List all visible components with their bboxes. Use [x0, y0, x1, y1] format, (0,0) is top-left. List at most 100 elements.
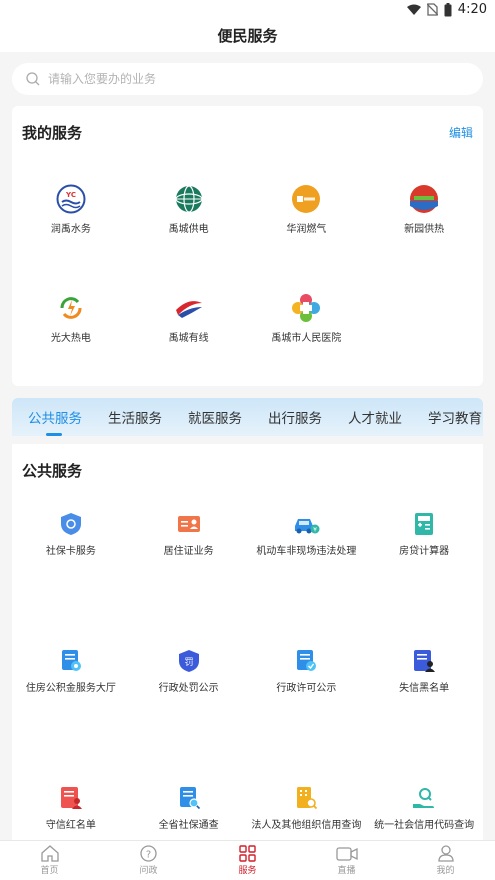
- public-services-grid: 社保卡服务 居住证业务 ¥ 机动车非现场违法处理 房贷计算器 住房公积金服务大厅…: [12, 512, 483, 831]
- tab-public-services[interactable]: 公共服务: [28, 407, 95, 427]
- service-label: 行政许可公示: [276, 683, 337, 694]
- wifi-icon: [406, 4, 421, 15]
- service-item-redlist[interactable]: 守信红名单: [12, 786, 130, 831]
- service-label: 统一社会信用代码查询: [374, 820, 475, 831]
- nav-live[interactable]: 直播: [297, 841, 396, 880]
- my-services-card: 我的服务 编辑 YC 润禹水务 禹城供电 华润燃气 新园供热 光大热电 禹城有线…: [12, 106, 483, 386]
- battery-icon: [444, 2, 452, 16]
- service-item-residence-permit[interactable]: 居住证业务: [130, 512, 248, 557]
- nav-label: 直播: [337, 865, 356, 876]
- question-icon: ?: [140, 845, 157, 862]
- search-bar[interactable]: [12, 63, 483, 95]
- nav-label: 服务: [238, 866, 257, 876]
- service-item-power[interactable]: 禹城供电: [130, 184, 248, 235]
- service-label: 住房公积金服务大厅: [25, 683, 116, 694]
- cable-tv-logo-icon: [174, 294, 203, 322]
- service-item-social-security-query[interactable]: 全省社保通查: [130, 786, 248, 831]
- heating-logo-icon: [410, 185, 439, 213]
- thermal-power-logo-icon: [60, 297, 82, 319]
- my-services-grid: YC 润禹水务 禹城供电 华润燃气 新园供热 光大热电 禹城有线 禹城市人民医院: [12, 184, 483, 344]
- user-icon: [437, 845, 454, 862]
- page-title: 便民服务: [217, 27, 278, 45]
- service-label: 光大热电: [50, 333, 91, 344]
- hospital-logo-icon: [292, 294, 321, 322]
- home-icon: [40, 845, 59, 862]
- car-icon: ¥: [295, 519, 320, 534]
- service-item-gas[interactable]: 华润燃气: [248, 184, 366, 235]
- service-label: 机动车非现场违法处理: [256, 546, 357, 557]
- service-label: 新园供热: [404, 224, 445, 235]
- public-services-title: 公共服务: [22, 462, 83, 480]
- svg-text:¥: ¥: [313, 527, 317, 534]
- bottom-navigation: 首页 ? 问政 服务 直播 我的: [0, 840, 495, 880]
- tab-travel-services[interactable]: 出行服务: [268, 407, 335, 427]
- service-label: 守信红名单: [45, 820, 96, 831]
- public-services-card: 公共服务 社保卡服务 居住证业务 ¥ 机动车非现场违法处理 房贷计算器 住房公积…: [12, 444, 483, 844]
- service-item-organization-credit[interactable]: 法人及其他组织信用查询: [248, 786, 366, 831]
- service-item-administrative-license[interactable]: 行政许可公示: [248, 649, 366, 694]
- nav-label: 我的: [436, 866, 455, 876]
- search-icon: [26, 72, 40, 86]
- tab-life-services[interactable]: 生活服务: [108, 407, 175, 427]
- service-label: 社保卡服务: [45, 546, 96, 557]
- my-services-title: 我的服务: [22, 124, 83, 142]
- license-document-icon: [297, 650, 317, 671]
- app-header: 便民服务: [0, 20, 495, 52]
- search-input[interactable]: [48, 72, 428, 86]
- service-label: 全省社保通查: [158, 820, 219, 831]
- gas-logo-icon: [292, 185, 321, 213]
- status-time: 4:20: [457, 2, 487, 17]
- service-item-social-security-card[interactable]: 社保卡服务: [12, 512, 130, 557]
- video-icon: [335, 846, 358, 861]
- service-item-thermal[interactable]: 光大热电: [12, 293, 130, 344]
- service-label: 禹城市人民医院: [271, 333, 342, 344]
- service-label: 行政处罚公示: [158, 683, 219, 694]
- category-tabs: 公共服务 生活服务 就医服务 出行服务 人才就业 学习教育: [12, 398, 483, 436]
- service-item-cable[interactable]: 禹城有线: [130, 293, 248, 344]
- svg-text:罚: 罚: [184, 657, 193, 668]
- service-item-unified-credit-code[interactable]: 统一社会信用代码查询: [365, 786, 483, 831]
- nav-home[interactable]: 首页: [0, 841, 99, 880]
- service-item-housing-fund[interactable]: 住房公积金服务大厅: [12, 649, 130, 694]
- tab-talent-employment[interactable]: 人才就业: [348, 407, 415, 427]
- id-card-icon: [177, 516, 200, 532]
- service-label: 法人及其他组织信用查询: [251, 820, 362, 831]
- service-label: 居住证业务: [163, 546, 214, 557]
- service-label: 华润燃气: [286, 224, 327, 235]
- service-item-mortgage-calculator[interactable]: 房贷计算器: [365, 512, 483, 557]
- penalty-shield-icon: 罚: [178, 650, 199, 672]
- calculator-icon: [415, 513, 434, 535]
- active-tab-indicator: [46, 433, 62, 436]
- service-item-water[interactable]: YC 润禹水务: [12, 184, 130, 235]
- service-label: 禹城有线: [168, 333, 209, 344]
- svg-text:?: ?: [146, 850, 151, 861]
- blacklist-user-icon: [414, 650, 436, 672]
- service-item-vehicle-violation[interactable]: ¥ 机动车非现场违法处理: [248, 512, 366, 557]
- status-bar: 4:20: [0, 0, 495, 20]
- no-sim-icon: [426, 3, 438, 16]
- service-label: 房贷计算器: [399, 546, 450, 557]
- search-document-icon: [179, 787, 200, 810]
- nav-services[interactable]: 服务: [198, 841, 297, 880]
- nav-label: 首页: [40, 866, 59, 876]
- grid-icon: [239, 845, 256, 862]
- service-item-blacklist[interactable]: 失信黑名单: [365, 649, 483, 694]
- nav-inquiry[interactable]: ? 问政: [99, 841, 198, 880]
- water-logo-icon: YC: [56, 184, 86, 214]
- document-badge-icon: [61, 650, 81, 671]
- redlist-user-icon: [60, 787, 82, 809]
- tab-education[interactable]: 学习教育: [428, 407, 483, 427]
- service-label: 禹城供电: [168, 224, 209, 235]
- org-search-icon: [297, 787, 318, 810]
- svg-text:YC: YC: [65, 191, 76, 199]
- tab-medical-services[interactable]: 就医服务: [188, 407, 255, 427]
- power-grid-logo-icon: [175, 185, 203, 213]
- service-label: 失信黑名单: [399, 683, 450, 694]
- nav-me[interactable]: 我的: [396, 841, 495, 880]
- service-item-administrative-penalty[interactable]: 罚 行政处罚公示: [130, 649, 248, 694]
- edit-button[interactable]: 编辑: [449, 124, 473, 141]
- service-item-hospital[interactable]: 禹城市人民医院: [248, 293, 366, 344]
- service-label: 润禹水务: [50, 224, 91, 235]
- shield-card-icon: [60, 513, 81, 535]
- service-item-heating[interactable]: 新园供热: [365, 184, 483, 235]
